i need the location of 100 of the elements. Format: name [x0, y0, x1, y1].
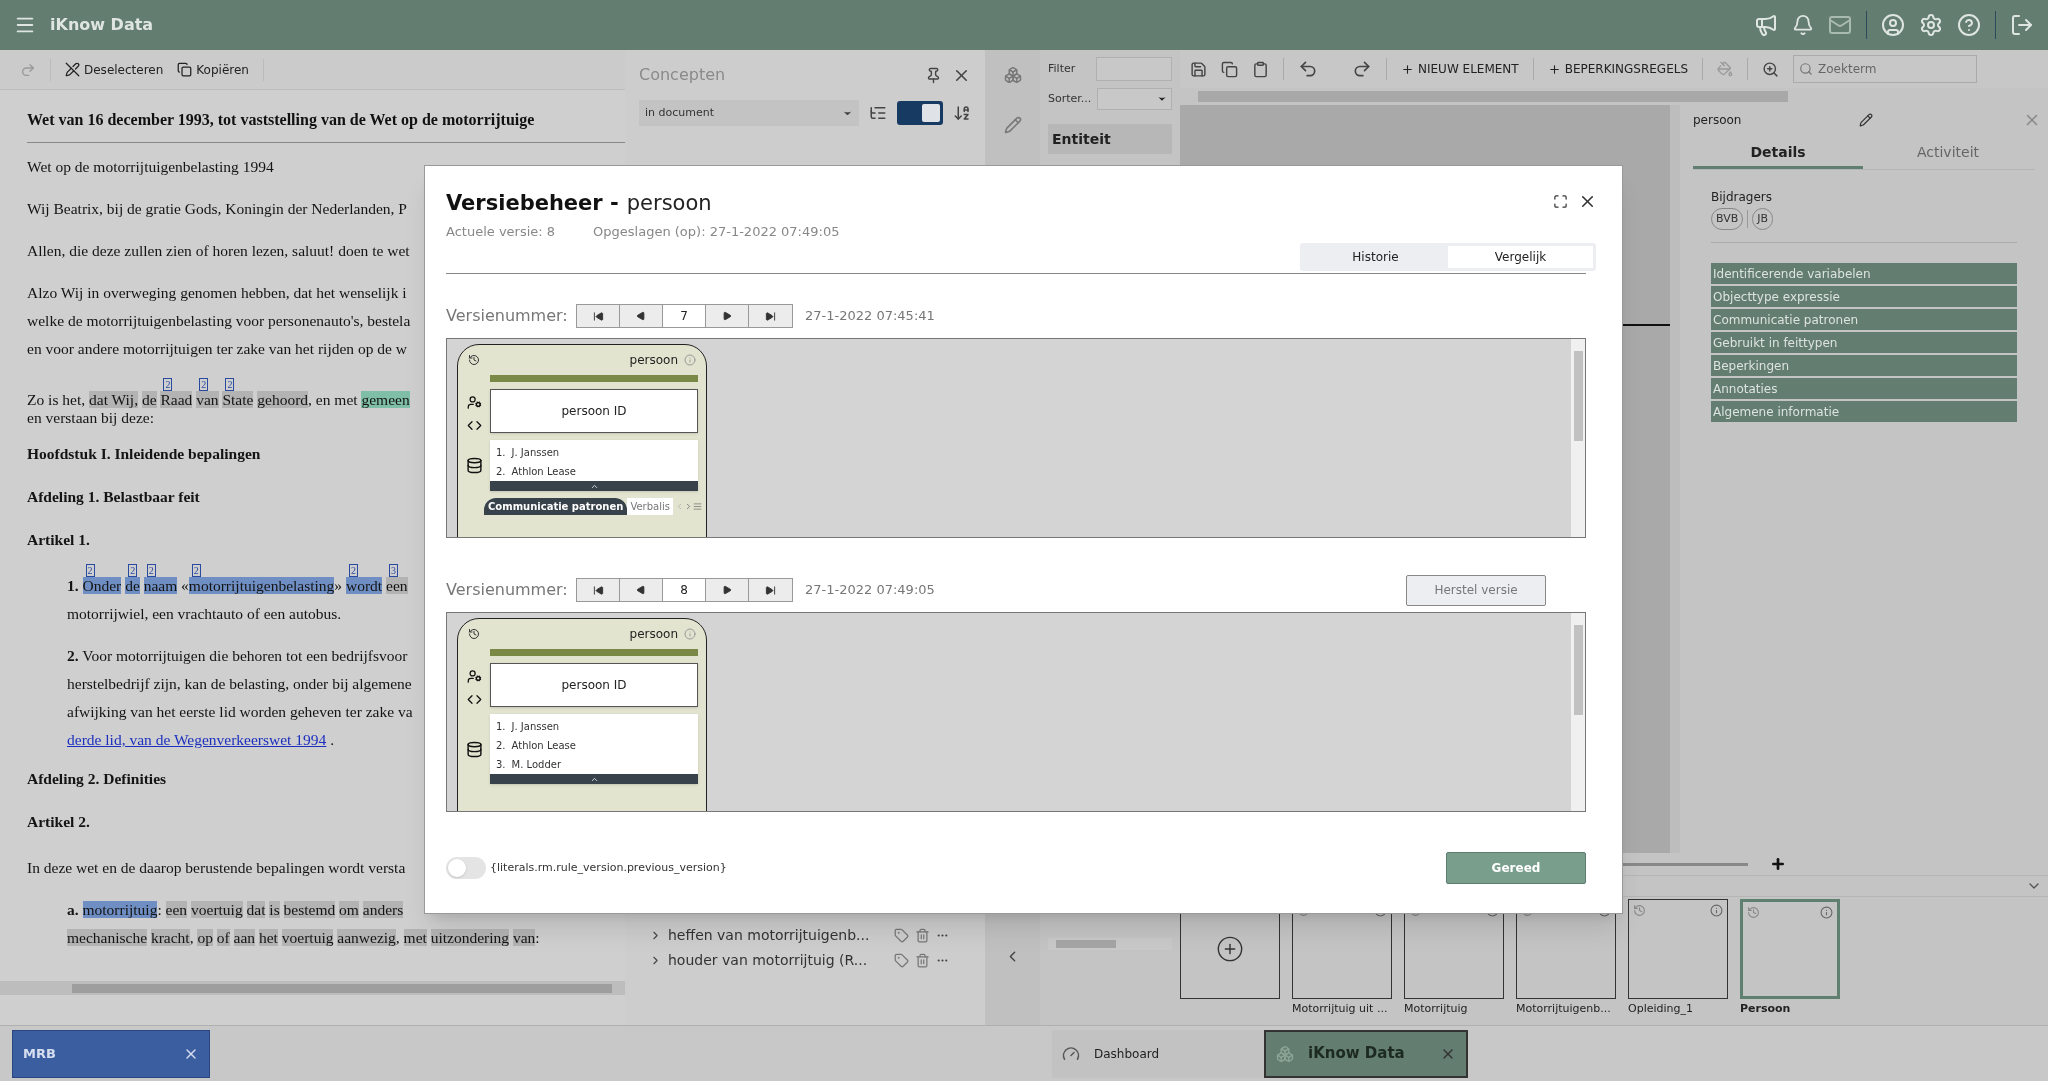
diagram-thumbnail[interactable] [1740, 899, 1840, 999]
scope-select[interactable]: in document [639, 100, 859, 126]
task-tab[interactable]: Dashboard [1052, 1029, 1264, 1078]
database-icon [465, 740, 483, 758]
help-icon[interactable] [1957, 13, 1981, 37]
logout-icon[interactable] [2010, 13, 2034, 37]
list-number: 3. [496, 758, 506, 772]
filter-label: Filter [1048, 60, 1077, 77]
card-tab[interactable]: Verbalis [627, 498, 673, 515]
bell-icon[interactable] [1792, 14, 1814, 36]
edit-icon[interactable] [1859, 113, 1873, 127]
app-title: iKnow Data [50, 14, 154, 36]
left-triangle-icon [636, 311, 646, 321]
saved-date-text: Opgeslagen (op): 27-1-2022 07:49:05 [593, 222, 840, 241]
doc-text-line: 2. Voor motorrijtuigen die behoren tot een bedrijfsvoor [67, 646, 408, 666]
undo-icon[interactable] [1298, 59, 1318, 79]
search-field[interactable]: Zoekterm [1793, 55, 1978, 83]
details-section[interactable]: Identificerende variabelen [1711, 263, 2017, 284]
contributors-label: Bijdragers [1711, 189, 1773, 206]
next-button[interactable] [706, 305, 749, 327]
dialog-tab[interactable]: Vergelijk [1448, 246, 1593, 268]
details-section[interactable]: Objecttype expressie [1711, 286, 2017, 307]
zoom-icon[interactable] [1762, 60, 1780, 78]
list-number: 1. [496, 446, 506, 460]
user-icon [466, 395, 482, 410]
list-number: 1. [496, 720, 506, 734]
details-section[interactable]: Communicatie patronen [1711, 309, 2017, 330]
tag-icon[interactable] [894, 928, 909, 943]
trash-icon[interactable] [915, 953, 930, 968]
last-button[interactable] [749, 305, 792, 327]
user-icon [466, 669, 482, 684]
settings-icon[interactable] [1919, 13, 1943, 37]
user-icon[interactable] [1881, 13, 1905, 37]
first-button[interactable] [577, 305, 620, 327]
task-tab[interactable]: MRB [12, 1029, 210, 1078]
details-title: persoon [1693, 112, 1742, 129]
toolbar-button[interactable]: Kopiëren [177, 60, 249, 79]
toolbar-button[interactable]: BEPERKINGSREGELS [1547, 60, 1689, 78]
toggle-switch[interactable] [446, 857, 486, 879]
filter-field[interactable] [1096, 57, 1172, 81]
first-button[interactable] [577, 579, 620, 601]
tag-icon[interactable] [894, 953, 909, 968]
concept-item[interactable]: heffen van motorrijtuigenb... [668, 925, 888, 946]
maximize-icon[interactable] [1553, 194, 1568, 209]
concept-item[interactable]: houder van motorrijtuig (R... [668, 950, 888, 971]
doc-text-line: en voor andere motorrijtuigen ter zake van het rijden op de w [27, 339, 408, 359]
last-button[interactable] [749, 579, 792, 601]
doc-text-line: afwijking van het eerste lid worden geheven ter zake va [67, 702, 413, 722]
code-icon [466, 692, 482, 707]
trash-icon[interactable] [915, 928, 930, 943]
thumbnail-label: Motorrijtuigenb... [1516, 1001, 1611, 1017]
card-tab[interactable]: Communicatie patronen [484, 498, 628, 515]
skip-forward-icon [765, 310, 776, 322]
megaphone-icon[interactable] [1754, 13, 1778, 37]
sort-az-icon[interactable] [953, 104, 971, 122]
skip-back-icon [592, 584, 604, 596]
diagram-thumbnail[interactable] [1628, 899, 1728, 999]
details-section[interactable]: Annotaties [1711, 378, 2017, 399]
search-icon [1799, 62, 1814, 76]
doc-text-line: Wet op de motorrijtuigenbelasting 1994 [27, 157, 274, 177]
toolbar-button[interactable]: Deselecteren [65, 60, 164, 79]
doc-text-line: Alzo Wij in overweging genomen hebben, dat het wenselijk i [27, 283, 407, 303]
pen-off-icon [65, 62, 80, 77]
details-tab[interactable]: Details [1693, 139, 1863, 169]
paste-icon[interactable] [1252, 60, 1269, 78]
version-date: 27-1-2022 07:45:41 [805, 307, 935, 326]
gauge-icon [1062, 1044, 1080, 1063]
dialog-tab[interactable]: Historie [1303, 246, 1448, 268]
tree-sort-icon[interactable] [869, 104, 887, 122]
current-version-text: Actuele versie: 8 [446, 222, 556, 241]
version-label: Versienummer: [446, 579, 569, 601]
previous-button[interactable] [620, 579, 663, 601]
save-icon[interactable] [1190, 60, 1207, 78]
doc-text-line: Zo is het, dat Wij, de 2 Raad 2 van 2 State gehoord, en met gemeen [27, 377, 410, 409]
toggle-label: {literals.rm.rule_version.previous_version} [490, 859, 727, 876]
list-number: 2. [496, 465, 506, 479]
doc-text-line: herstelbedrijf zijn, kan de belasting, onder bij algemene [67, 674, 412, 694]
copy-icon[interactable] [1221, 60, 1238, 78]
sort-label: Sorter... [1048, 90, 1092, 107]
next-button[interactable] [706, 579, 749, 601]
pin-icon[interactable] [925, 66, 942, 84]
panel-title: Concepten [639, 64, 726, 86]
tool-icon[interactable] [1003, 66, 1022, 84]
doc-heading: Artikel 2. [27, 812, 90, 832]
skip-forward-icon [765, 584, 776, 596]
doc-text-line: en verstaan bij deze: [27, 409, 154, 427]
doc-text-line: derde lid, van de Wegenverkeerswet 1994 . [67, 730, 335, 750]
right-triangle-icon [722, 585, 732, 595]
toolbar-button[interactable]: NIEUW ELEMENT [1401, 60, 1519, 78]
view-toggle[interactable] [897, 101, 943, 125]
dialog-title: Versiebeheer - [446, 190, 619, 217]
details-section[interactable]: Beperkingen [1711, 355, 2017, 376]
value-item: Athlon Lease [511, 739, 576, 753]
previous-button[interactable] [620, 305, 663, 327]
details-section[interactable]: Algemene informatie [1711, 401, 2017, 422]
doc-text-line: Allen, die deze zullen zien of horen lezen, saluut! doen te wet [27, 241, 410, 261]
details-section[interactable]: Gebruikt in feittypen [1711, 332, 2017, 353]
redo-icon[interactable] [1352, 59, 1372, 79]
doc-text-line: Wij Beatrix, bij de gratie Gods, Koningin der Nederlanden, P [27, 199, 407, 219]
zoom-in-icon[interactable] [1770, 856, 1786, 872]
